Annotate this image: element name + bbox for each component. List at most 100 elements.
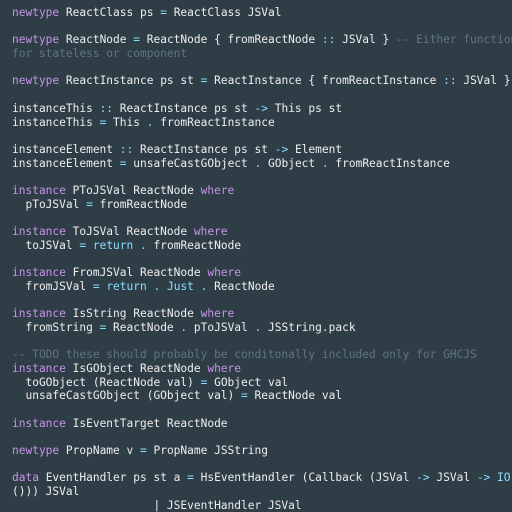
code-token: instanceThis bbox=[12, 101, 100, 115]
code-token: JSVal bbox=[429, 471, 477, 485]
code-token: for stateless or component bbox=[12, 47, 188, 61]
code-line[interactable] bbox=[12, 211, 512, 225]
code-line[interactable]: data EventHandler ps st a = HsEventHandl… bbox=[12, 471, 512, 485]
code-token: IsString ReactNode bbox=[65, 307, 201, 321]
code-token: = bbox=[133, 33, 140, 47]
code-line[interactable]: fromJSVal = return . Just . ReactNode bbox=[12, 280, 512, 294]
code-line[interactable]: instanceElement :: ReactInstance ps st -… bbox=[12, 143, 512, 157]
code-token: where bbox=[200, 183, 235, 197]
code-token: -> bbox=[416, 471, 430, 485]
code-line[interactable] bbox=[12, 252, 512, 266]
code-token: fromString bbox=[12, 320, 100, 334]
code-token: = bbox=[86, 197, 93, 211]
code-token: GObject bbox=[261, 156, 322, 170]
code-line[interactable]: instance FromJSVal ReactNode where bbox=[12, 266, 512, 280]
code-token: = bbox=[139, 444, 147, 457]
code-token: -> bbox=[476, 471, 491, 485]
code-token: IsEventTarget ReactNode bbox=[65, 416, 228, 430]
code-token: ReactInstance ps st bbox=[113, 101, 255, 115]
code-line[interactable]: unsafeCastGObject (GObject val) = ReactN… bbox=[12, 389, 512, 403]
code-editor[interactable]: newtype ReactClass ps = ReactClass JSVal… bbox=[0, 0, 512, 512]
code-token: instanceElement bbox=[12, 142, 120, 156]
code-token: = bbox=[92, 279, 100, 293]
code-token: . bbox=[140, 238, 147, 252]
code-line[interactable] bbox=[12, 458, 512, 472]
code-line[interactable]: toGObject (ReactNode val) = GObject val bbox=[12, 376, 512, 390]
code-line[interactable]: instanceThis :: ReactInstance ps st -> T… bbox=[12, 102, 512, 116]
code-line[interactable]: newtype ReactNode = ReactNode { fromReac… bbox=[12, 33, 512, 47]
code-token: ToJSVal ReactNode bbox=[65, 225, 194, 238]
code-line[interactable]: toJSVal = return . fromReactNode bbox=[12, 239, 512, 253]
code-token: | JSEventHandler JSVal bbox=[12, 498, 302, 512]
code-token: data bbox=[12, 471, 39, 485]
code-token: instance bbox=[12, 225, 66, 238]
code-token: return bbox=[99, 279, 147, 293]
code-line[interactable]: newtype PropName v = PropName JSString bbox=[12, 444, 512, 458]
code-line[interactable]: instance IsGObject ReactNode where bbox=[12, 362, 512, 376]
code-token: ReactNode bbox=[106, 320, 181, 334]
code-token: instanceElement bbox=[12, 156, 120, 170]
code-line[interactable]: ())) JSVal bbox=[12, 485, 512, 499]
code-line[interactable]: for stateless or component bbox=[12, 47, 512, 61]
code-line[interactable]: newtype ReactClass ps = ReactClass JSVal bbox=[12, 6, 512, 20]
code-token: FromJSVal ReactNode bbox=[65, 266, 208, 280]
code-token: fromReactNode bbox=[146, 238, 242, 252]
code-token: newtype bbox=[12, 6, 60, 19]
code-token: ReactInstance ps st bbox=[133, 142, 275, 156]
code-token: newtype bbox=[12, 74, 60, 88]
code-line[interactable]: instance IsString ReactNode where bbox=[12, 307, 512, 321]
code-line[interactable] bbox=[12, 293, 512, 307]
code-line[interactable] bbox=[12, 61, 512, 75]
code-token: toJSVal bbox=[12, 238, 80, 252]
code-line[interactable]: newtype ReactInstance ps st = ReactInsta… bbox=[12, 74, 512, 88]
code-line[interactable] bbox=[12, 170, 512, 184]
code-token: newtype bbox=[12, 444, 60, 457]
code-line[interactable]: instanceElement = unsafeCastGObject . GO… bbox=[12, 157, 512, 171]
code-line[interactable]: instance ToJSVal ReactNode where bbox=[12, 225, 512, 239]
code-line[interactable]: pToJSVal = fromReactNode bbox=[12, 198, 512, 212]
code-token: JSVal } bbox=[335, 33, 396, 47]
code-line[interactable]: fromString = ReactNode . pToJSVal . JSSt… bbox=[12, 321, 512, 335]
code-token: Just bbox=[160, 279, 194, 293]
code-token: unsafeCastGObject (GObject val) bbox=[12, 389, 242, 403]
code-line[interactable]: instance PToJSVal ReactNode where bbox=[12, 184, 512, 198]
code-token: IO bbox=[490, 471, 511, 485]
code-token: ReactInstance { fromReactInstance bbox=[207, 74, 444, 88]
code-line[interactable] bbox=[12, 129, 512, 143]
code-token: ReactNode { fromReactNode bbox=[140, 33, 322, 47]
code-token: Element bbox=[288, 142, 343, 156]
code-token: This bbox=[106, 115, 147, 129]
code-token: EventHandler ps st a bbox=[38, 471, 188, 485]
code-token: :: bbox=[321, 33, 336, 47]
code-token: ReactClass JSVal bbox=[166, 6, 282, 19]
code-token: JSVal } bbox=[456, 74, 511, 88]
code-line[interactable]: instanceThis = This . fromReactInstance bbox=[12, 116, 512, 130]
code-line[interactable] bbox=[12, 430, 512, 444]
code-line[interactable]: -- TODO these should probably be condito… bbox=[12, 348, 512, 362]
code-token: -- Either function bbox=[395, 33, 512, 47]
code-token: where bbox=[207, 361, 242, 375]
code-token: ReactInstance ps st bbox=[59, 74, 201, 88]
code-token: instance bbox=[12, 361, 66, 375]
code-line[interactable] bbox=[12, 403, 512, 417]
code-token: GObject val bbox=[207, 375, 289, 389]
code-token: JSString.pack bbox=[261, 320, 356, 334]
code-token: -> bbox=[254, 101, 268, 115]
code-token: . bbox=[321, 156, 329, 170]
code-token: instance bbox=[12, 266, 66, 280]
code-token: = bbox=[241, 389, 248, 403]
code-token: unsafeCastGObject bbox=[126, 156, 255, 170]
code-line[interactable] bbox=[12, 20, 512, 34]
code-token: toGObject (ReactNode val) bbox=[12, 375, 201, 389]
code-token: pToJSVal bbox=[12, 197, 87, 211]
code-token: where bbox=[200, 307, 235, 321]
code-token: fromReactNode bbox=[92, 197, 188, 211]
code-line[interactable]: | JSEventHandler JSVal bbox=[12, 499, 512, 512]
code-line[interactable] bbox=[12, 88, 512, 102]
code-token: PropName v bbox=[59, 444, 140, 457]
code-line[interactable] bbox=[12, 335, 512, 349]
code-token: pToJSVal bbox=[187, 320, 255, 334]
code-line[interactable]: instance IsEventTarget ReactNode bbox=[12, 417, 512, 431]
